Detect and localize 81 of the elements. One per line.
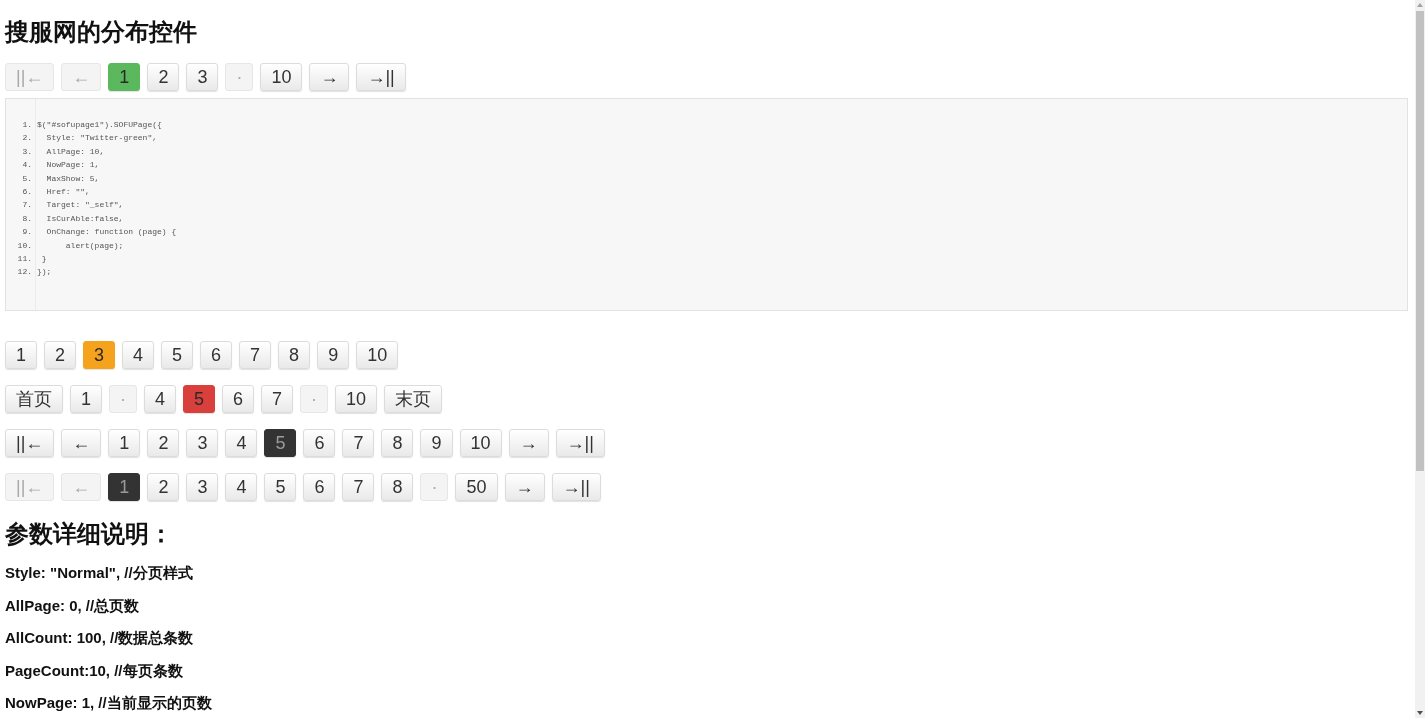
code-line: OnChange: function (page) {	[45, 226, 177, 239]
line-number: 1.	[21, 119, 32, 131]
pager-button[interactable]: →||	[551, 473, 601, 501]
code-line: AllPage: 10,	[45, 145, 106, 158]
scrollbar-thumb[interactable]	[1416, 11, 1424, 471]
code-line: });	[37, 266, 53, 279]
pager-button[interactable]: 6	[222, 385, 255, 413]
code-line: IsCurAble:false,	[45, 212, 125, 225]
pager-button[interactable]: 9	[317, 341, 350, 369]
pager-button[interactable]: 3	[186, 63, 219, 91]
code-line: Href: "",	[45, 185, 91, 198]
pager-button[interactable]: 7	[261, 385, 294, 413]
pager-button[interactable]: 9	[420, 429, 453, 457]
pager-button[interactable]: 5	[264, 473, 297, 501]
pager-button[interactable]: 3	[83, 341, 116, 369]
line-number: 6.	[21, 185, 32, 198]
parameter-text: PageCount:10, //每页条数	[5, 660, 184, 681]
pager-button[interactable]: ←	[61, 429, 102, 457]
code-line: Style: "Twitter-green",	[45, 132, 159, 145]
code-line: MaxShow: 5,	[45, 172, 101, 185]
code-line: }	[40, 252, 48, 265]
line-number: 8.	[21, 212, 32, 225]
pager-button[interactable]: 3	[186, 473, 219, 501]
pager-button[interactable]: 4	[144, 385, 177, 413]
pager-button[interactable]: 末页	[384, 385, 443, 413]
pager-button[interactable]: 5	[161, 341, 194, 369]
parameter-text: NowPage: 1, //当前显示的页数	[5, 693, 213, 713]
pager-button[interactable]: →||	[555, 429, 605, 457]
pager-button[interactable]: 2	[147, 473, 180, 501]
pager-button[interactable]: 首页	[5, 385, 63, 413]
code-line: $("#sofupage1").SOFUPage({	[37, 119, 163, 131]
pager-button[interactable]: 1	[108, 63, 141, 91]
parameter-text: AllCount: 100, //数据总条数	[5, 628, 195, 648]
pager-button[interactable]: 2	[147, 429, 180, 457]
line-number: 12.	[16, 266, 32, 279]
line-number: 4.	[21, 159, 32, 172]
pager-button[interactable]: 7	[342, 429, 375, 457]
line-number: 10.	[16, 239, 32, 252]
line-number: 9.	[21, 226, 32, 239]
pager-button[interactable]: 1	[108, 429, 141, 457]
pager-button[interactable]: 6	[303, 473, 336, 501]
page-title: 搜服网的分布控件	[5, 18, 198, 46]
line-number: 2.	[21, 132, 32, 145]
pager-button[interactable]: →	[508, 429, 549, 457]
pager-button[interactable]: 8	[381, 473, 414, 501]
line-number: 7.	[21, 199, 32, 212]
pager-button[interactable]: 6	[200, 341, 233, 369]
pager-button[interactable]: 1	[5, 341, 37, 369]
pager-button[interactable]: 7	[342, 473, 375, 501]
section-heading: 参数详细说明：	[5, 520, 174, 548]
line-number: 3.	[21, 145, 32, 158]
pager-button[interactable]: 7	[239, 341, 272, 369]
pager-button[interactable]: →||	[356, 63, 406, 91]
pager-button[interactable]: →	[309, 63, 350, 91]
line-number: 11.	[16, 252, 32, 265]
pager-button[interactable]: 10	[459, 429, 502, 457]
code-line: alert(page);	[64, 239, 125, 252]
parameter-text: Style: "Normal", //分页样式	[5, 563, 194, 583]
pager-button[interactable]: 4	[225, 473, 258, 501]
pager-button[interactable]: 5	[264, 429, 297, 457]
parameter-text: AllPage: 0, //总页数	[5, 595, 141, 616]
pager-button[interactable]: 6	[303, 429, 336, 457]
pager-button[interactable]: 4	[225, 429, 258, 457]
pager-button[interactable]: 10	[260, 63, 303, 91]
pager-button[interactable]: 2	[147, 63, 180, 91]
pager-button[interactable]: 50	[455, 473, 498, 501]
pager-button[interactable]: 2	[44, 341, 77, 369]
pager-button[interactable]: 1	[70, 385, 102, 413]
pager-button[interactable]: 10	[335, 385, 378, 413]
pager-button[interactable]: 8	[278, 341, 311, 369]
line-number: 5.	[21, 172, 32, 185]
code-line: NowPage: 1,	[45, 159, 101, 172]
code-line: Target: "_self",	[45, 199, 125, 212]
pager-button[interactable]: 1	[108, 473, 141, 501]
pager-button[interactable]: 4	[122, 341, 155, 369]
pager-button[interactable]: →	[504, 473, 545, 501]
scrollbar-track[interactable]	[1415, 0, 1425, 718]
pager-button[interactable]: 3	[186, 429, 219, 457]
pager-button[interactable]: 8	[381, 429, 414, 457]
pager-button[interactable]: 10	[356, 341, 399, 369]
pager-button[interactable]: ||←	[5, 429, 55, 457]
